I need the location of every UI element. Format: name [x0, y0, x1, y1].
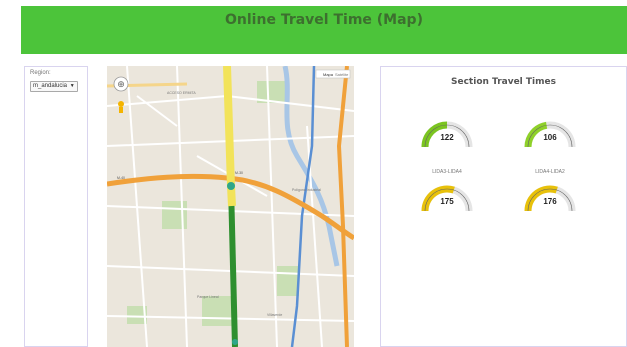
gauge-3: 175 — [421, 177, 473, 217]
map-canvas[interactable]: ⊕ Mapa Satélite ACCESO ERMITA M-30 M-40 … — [107, 66, 354, 347]
map-label: Polígono Industrial — [292, 188, 321, 192]
map-view[interactable]: ⊕ Mapa Satélite ACCESO ERMITA M-30 M-40 … — [107, 66, 354, 347]
gauge-1: 122 — [421, 113, 473, 153]
gauge-value: 106 — [543, 133, 557, 142]
region-label: Region: — [30, 70, 51, 76]
sidebar-panel: Region: m_andalucia ▼ — [24, 66, 88, 347]
map-type-map[interactable]: Mapa — [323, 72, 334, 77]
gauge-4: 176 — [524, 177, 576, 217]
zoom-control-glyph: ⊕ — [117, 80, 125, 90]
region-select[interactable]: m_andalucia ▼ — [30, 81, 78, 92]
map-marker[interactable] — [232, 339, 238, 345]
map-label: M-40 — [117, 176, 125, 180]
map-label: M-30 — [235, 171, 243, 175]
section-title: Section Travel Times — [451, 77, 556, 87]
page-title: Online Travel Time (Map) — [225, 12, 423, 28]
map-label: Villaverde — [267, 313, 282, 317]
street-view-icon[interactable] — [118, 101, 124, 107]
map-label: Parque Lineal — [197, 295, 219, 299]
map-type-satellite[interactable]: Satélite — [335, 72, 349, 77]
gauge-label: LIDA3-LIDA4 — [432, 169, 462, 175]
map-marker[interactable] — [227, 182, 235, 190]
travel-times-panel: Section Travel Times 122 106 LIDA3-LIDA4… — [380, 66, 627, 347]
app-header: Online Travel Time (Map) — [21, 6, 627, 54]
chevron-down-icon: ▼ — [69, 83, 75, 89]
gauge-2: 106 — [524, 113, 576, 153]
gauge-value: 176 — [543, 197, 557, 206]
region-select-value: m_andalucia — [33, 83, 68, 89]
gauge-value: 175 — [440, 197, 454, 206]
map-label: ACCESO ERMITA — [167, 91, 196, 95]
gauge-value: 122 — [440, 133, 454, 142]
gauge-label: LIDA4-LIDA2 — [535, 169, 565, 175]
